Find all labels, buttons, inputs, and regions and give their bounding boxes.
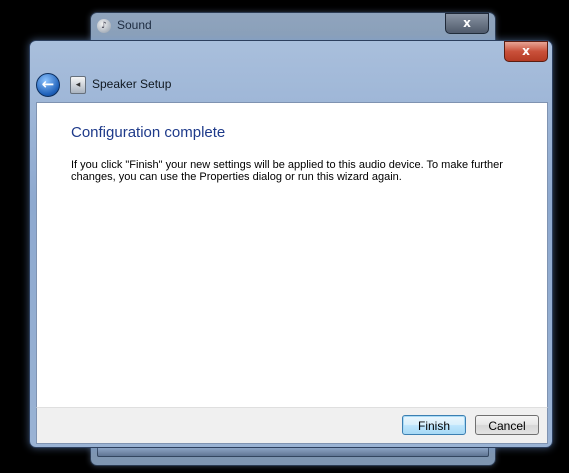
sound-window-title: Sound — [117, 18, 152, 32]
sound-window-titlebar: ♪ Sound x — [91, 13, 495, 39]
instruction-text: If you click "Finish" your new settings … — [71, 159, 503, 183]
close-button[interactable]: x — [504, 41, 548, 62]
page-title: Configuration complete — [71, 124, 226, 141]
close-icon: x — [522, 44, 530, 58]
close-icon: x — [463, 16, 471, 30]
wizard-nav-bar: ← ◂ Speaker Setup — [30, 63, 552, 103]
sound-icon: ♪ — [97, 19, 111, 33]
back-arrow-icon: ← — [41, 75, 55, 93]
speaker-setup-dialog: x ← ◂ Speaker Setup Configuration comple… — [29, 40, 553, 448]
wizard-content: Configuration complete If you click "Fin… — [36, 102, 548, 408]
back-button[interactable]: ← — [36, 73, 60, 97]
sound-window-close-button[interactable]: x — [445, 13, 489, 34]
finish-button[interactable]: Finish — [402, 415, 466, 435]
cancel-button[interactable]: Cancel — [475, 415, 539, 435]
wizard-footer: Finish Cancel — [36, 407, 548, 444]
wizard-title: Speaker Setup — [92, 77, 172, 91]
speaker-icon: ◂ — [70, 76, 86, 94]
